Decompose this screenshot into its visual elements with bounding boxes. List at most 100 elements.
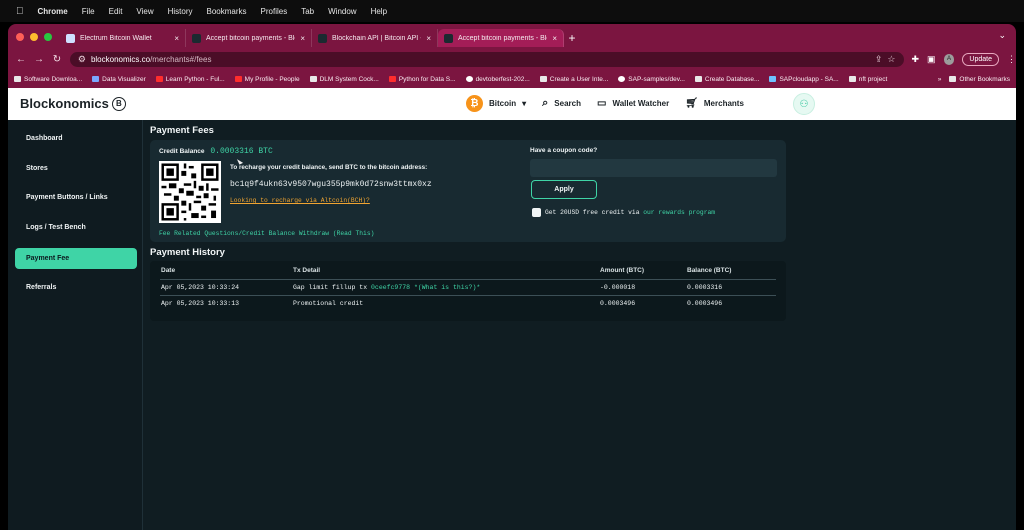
toolbar: ← → ↻ ⚙ blockonomics.co/merchants#/fees … [8,50,1016,68]
tab-blockonomics-1[interactable]: Accept bitcoin payments - Blo × [186,29,312,47]
browser-chrome: Electrum Bitcoin Wallet × Accept bitcoin… [8,24,1016,88]
more-menu-icon[interactable]: ⋮ [1007,54,1016,65]
bookmark-label: devtoberfest-202... [475,75,530,83]
menu-bookmarks[interactable]: Bookmarks [207,7,247,16]
new-tab-button[interactable]: + [564,29,580,47]
table-row: Apr 05,2023 10:33:13 Promotional credit … [160,297,776,310]
bookmark-folder-icon [14,76,21,82]
youtube-icon [155,76,163,82]
bookmark-label: Software Downloa... [24,75,83,83]
bookmark-item[interactable]: Create Database... [694,76,759,83]
payment-history-title: Payment History [150,247,225,258]
sidebar-item-payment-buttons[interactable]: Payment Buttons / Links [15,187,137,208]
bookmark-item[interactable]: Create a User Inte... [539,76,608,83]
tab-blockonomics-active[interactable]: Accept bitcoin payments - Blo × [438,29,564,47]
logo-text: Blockonomics [20,96,109,111]
table-row: Apr 05,2023 10:33:24 Gap limit fillup tx… [160,281,776,294]
column-header-amount: Amount (BTC) [600,267,645,274]
bookmark-item[interactable]: devtoberfest-202... [465,75,530,83]
address-bar[interactable]: ⚙ blockonomics.co/merchants#/fees ⇪ ☆ [69,51,904,67]
fee-faq-link[interactable]: Fee Related Questions/Credit Balance Wit… [159,230,374,237]
site-logo[interactable]: Blockonomics B [20,96,126,111]
tab-close-icon[interactable]: × [174,34,179,43]
extensions-puzzle-icon[interactable]: ✚ [912,54,920,65]
menu-view[interactable]: View [136,7,153,16]
gift-icon [532,208,541,217]
nav-merchants-label: Merchants [703,99,744,108]
forward-arrow-icon[interactable]: → [34,54,44,65]
tab-close-icon[interactable]: × [300,34,305,43]
bookmark-folder-icon [694,76,702,82]
bookmark-item[interactable]: SAPcloudapp - SA... [769,76,839,83]
tab-search-chevron-icon[interactable]: ⌄ [998,30,1006,41]
close-window-button[interactable] [16,33,24,41]
page: Blockonomics B ₿ Bitcoin ▾ ⌕ Search ▭ Wa… [8,88,1016,530]
tab-blockchain-api[interactable]: Blockchain API | Bitcoin API - B × [312,29,438,47]
tab-close-icon[interactable]: × [426,34,431,43]
bookmark-item[interactable]: DLM System Cock... [309,76,379,83]
sidebar-item-logs[interactable]: Logs / Test Bench [15,217,137,238]
side-panel-icon[interactable]: ▣ [927,54,936,65]
other-bookmarks-label: Other Bookmarks [959,75,1010,83]
bitcoin-address[interactable]: bc1q9f4ukn63v9507wgu355p9mk0d72snw3ttmx0… [230,180,432,189]
menu-tab[interactable]: Tab [301,7,314,16]
menu-history[interactable]: History [168,7,193,16]
tab-close-icon[interactable]: × [552,34,557,43]
nav-search[interactable]: ⌕ Search [542,97,581,110]
bookmark-item[interactable]: SAP-samples/dev... [618,76,685,83]
coupon-input[interactable] [530,159,777,177]
row-amount: -0.000018 [600,284,636,291]
currency-selector[interactable]: ₿ Bitcoin ▾ [466,95,526,112]
sidebar-item-dashboard[interactable]: Dashboard [15,128,137,149]
apple-icon[interactable]:  [16,6,24,17]
sidebar-item-stores[interactable]: Stores [15,158,137,179]
altcoin-recharge-link[interactable]: Looking to recharge via Altcoin(BCH)? [230,197,370,204]
menu-window[interactable]: Window [328,7,356,16]
bookmark-item[interactable]: Data Visualizer [92,76,146,83]
wallet-icon: ▭ [596,98,607,109]
user-avatar[interactable]: ⚇ [793,93,815,115]
share-icon[interactable]: ⇪ [875,54,883,65]
sidebar-item-payment-fee[interactable]: Payment Fee [15,248,137,269]
bookmark-item[interactable]: Learn Python - Ful... [155,76,225,83]
menubar-app-name[interactable]: Chrome [38,7,68,16]
chevron-down-icon: ▾ [522,99,527,108]
other-bookmarks[interactable]: Other Bookmarks [949,76,1010,83]
bookmark-label: nft project [858,75,888,83]
bookmarks-overflow-button[interactable]: » [938,76,942,83]
bookmarks-bar: Software Downloa... Data Visualizer Lear… [8,70,1016,88]
bookmark-item[interactable]: My Profile - People [234,76,300,83]
window-controls [16,33,52,41]
nav-wallet-watcher[interactable]: ▭ Wallet Watcher [597,98,669,109]
nav-merchants[interactable]: 🛒︎ Merchants [685,98,744,109]
url-path: /merchants#/fees [150,54,212,64]
rewards-program-link[interactable]: our rewards program [643,209,715,216]
row-tx-link[interactable]: 0ceefc9778 [371,284,410,291]
row-date: Apr 05,2023 10:33:13 [161,300,240,307]
zoom-window-button[interactable] [44,33,52,41]
menu-help[interactable]: Help [371,7,387,16]
back-arrow-icon[interactable]: ← [16,54,26,65]
bookmark-favicon-icon [92,76,100,82]
minimize-window-button[interactable] [30,33,38,41]
tab-electrum[interactable]: Electrum Bitcoin Wallet × [60,29,186,47]
coupon-label: Have a coupon code? [530,147,598,154]
row-balance: 0.0003496 [687,300,723,307]
table-header: Date Tx Detail Amount (BTC) Balance (BTC… [160,264,776,277]
tab-favicon-icon [444,33,453,43]
apply-coupon-button[interactable]: Apply [531,180,597,199]
site-info-icon[interactable]: ⚙ [78,54,86,65]
bookmark-item[interactable]: Python for Data S... [388,76,456,83]
bookmark-star-icon[interactable]: ☆ [887,54,895,65]
menu-profiles[interactable]: Profiles [261,7,288,16]
bookmark-item[interactable]: nft project [848,75,888,83]
reload-icon[interactable]: ↻ [52,54,62,65]
bookmark-item[interactable]: Software Downloa... [14,76,82,83]
profile-avatar[interactable]: A [943,53,955,65]
menu-edit[interactable]: Edit [109,7,123,16]
update-button[interactable]: Update [962,52,999,66]
bookmark-label: SAP-samples/dev... [628,75,685,83]
sidebar-item-referrals[interactable]: Referrals [15,277,137,298]
what-is-this-link[interactable]: *(What is this?)* [414,284,480,291]
menu-file[interactable]: File [82,7,95,16]
